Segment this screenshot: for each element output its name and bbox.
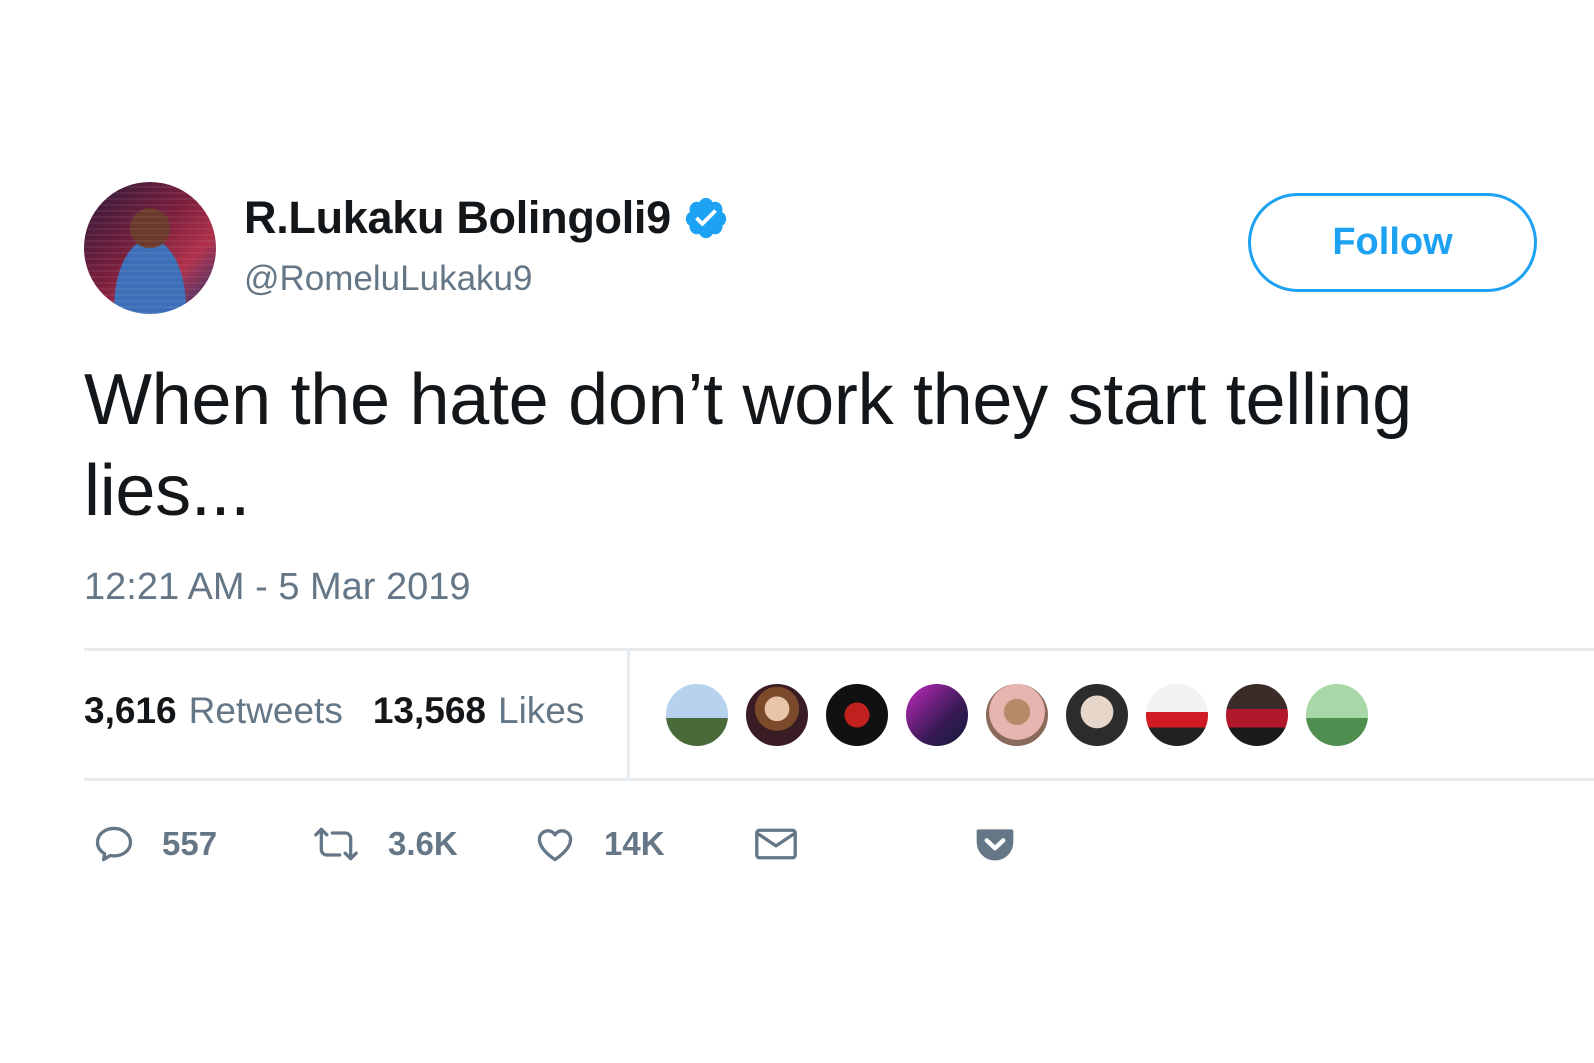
likes-count: 13,568	[372, 690, 486, 731]
mail-icon	[755, 828, 797, 860]
pocket-icon	[976, 829, 1014, 861]
liker-avatar[interactable]	[984, 682, 1050, 748]
pocket-action[interactable]	[972, 815, 1018, 873]
retweets-label: Retweets	[188, 690, 343, 731]
liker-avatar[interactable]	[824, 682, 890, 748]
tweet-actions: 557 3.6K 14K	[84, 815, 1084, 875]
likers-avatars	[664, 682, 1384, 748]
tweet-text: When the hate don’t work they start tell…	[84, 360, 1412, 531]
verified-badge-icon	[685, 197, 726, 239]
like-count: 14K	[604, 825, 665, 862]
liker-avatar[interactable]	[744, 682, 810, 748]
liker-avatar[interactable]	[1224, 682, 1290, 748]
retweet-action[interactable]: 3.6K	[310, 815, 458, 873]
stats-vertical-divider	[627, 651, 630, 778]
retweet-icon	[314, 827, 358, 861]
display-name[interactable]: R.Lukaku Bolingoli9	[244, 192, 671, 244]
tweet-timestamp[interactable]: 12:21 AM - 5 Mar 2019	[84, 566, 471, 609]
liker-avatar[interactable]	[664, 682, 730, 748]
likes-label: Likes	[498, 690, 585, 731]
liker-avatar[interactable]	[1304, 682, 1370, 748]
reply-count: 557	[162, 825, 218, 862]
direct-message-action[interactable]	[752, 815, 800, 873]
retweets-count: 3,616	[84, 690, 177, 731]
tweet-card: R.Lukaku Bolingoli9 @RomeluLukaku9 Follo…	[0, 0, 1594, 1063]
tweet-stats: 3,616 Retweets 13,568 Likes	[84, 690, 584, 732]
user-name-row: R.Lukaku Bolingoli9	[244, 192, 729, 244]
likes-stat[interactable]: 13,568 Likes	[373, 690, 585, 732]
divider-top	[84, 648, 1594, 651]
like-action[interactable]: 14K	[532, 815, 665, 873]
heart-icon	[537, 829, 573, 862]
liker-avatar[interactable]	[1064, 682, 1130, 748]
retweet-count: 3.6K	[388, 825, 458, 862]
user-handle[interactable]: @RomeluLukaku9	[244, 259, 532, 299]
follow-button[interactable]: Follow	[1248, 193, 1537, 292]
divider-bottom	[84, 778, 1594, 781]
liker-avatar[interactable]	[1144, 682, 1210, 748]
liker-avatar[interactable]	[904, 682, 970, 748]
reply-action[interactable]: 557	[92, 815, 217, 873]
retweets-stat[interactable]: 3,616 Retweets	[84, 690, 343, 732]
avatar[interactable]	[84, 182, 216, 314]
reply-icon	[95, 826, 133, 862]
